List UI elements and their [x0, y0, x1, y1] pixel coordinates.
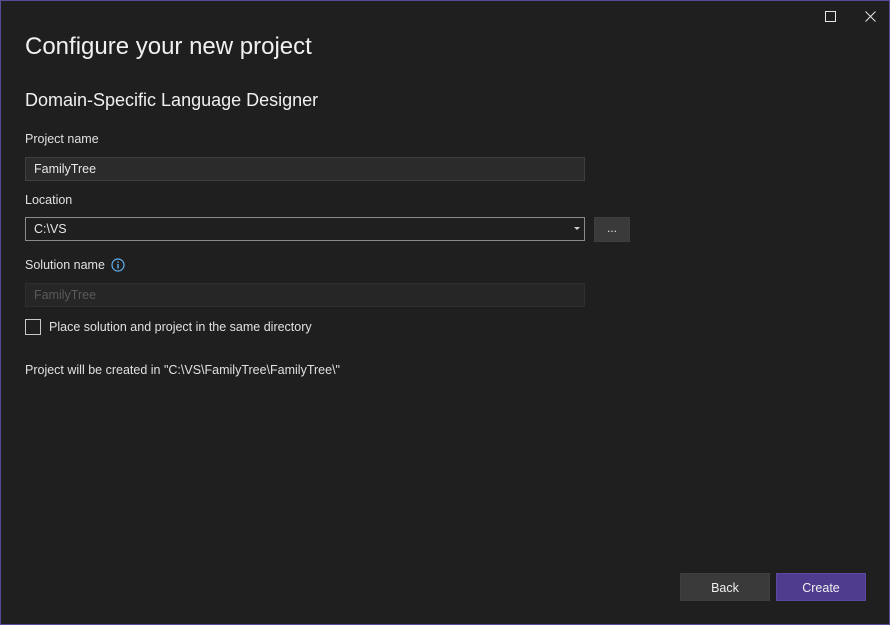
project-path-status: Project will be created in "C:\VS\Family…	[25, 363, 340, 377]
chevron-down-icon[interactable]	[574, 227, 580, 230]
info-icon[interactable]	[111, 258, 125, 272]
same-directory-label[interactable]: Place solution and project in the same d…	[49, 320, 312, 334]
location-value: C:\VS	[34, 222, 67, 236]
project-name-input[interactable]: FamilyTree	[25, 157, 585, 181]
same-directory-checkbox[interactable]	[25, 319, 41, 335]
same-directory-option[interactable]: Place solution and project in the same d…	[25, 319, 312, 335]
back-button[interactable]: Back	[680, 573, 770, 601]
maximize-button[interactable]	[810, 1, 850, 31]
project-name-label: Project name	[25, 132, 99, 146]
location-combobox[interactable]: C:\VS	[25, 217, 585, 241]
project-template-name: Domain-Specific Language Designer	[25, 90, 319, 110]
location-label: Location	[25, 193, 73, 207]
browse-button[interactable]: ...	[594, 217, 630, 242]
solution-name-input[interactable]: FamilyTree	[25, 283, 585, 307]
close-icon	[864, 10, 876, 22]
dialog-window: Configure your new project Domain-Specif…	[0, 0, 890, 625]
solution-name-label-row: Solution name	[25, 258, 125, 272]
close-button[interactable]	[850, 1, 890, 31]
maximize-icon	[824, 10, 836, 22]
create-button[interactable]: Create	[776, 573, 866, 601]
solution-name-label: Solution name	[25, 258, 105, 272]
page-title: Configure your new project	[25, 33, 312, 60]
